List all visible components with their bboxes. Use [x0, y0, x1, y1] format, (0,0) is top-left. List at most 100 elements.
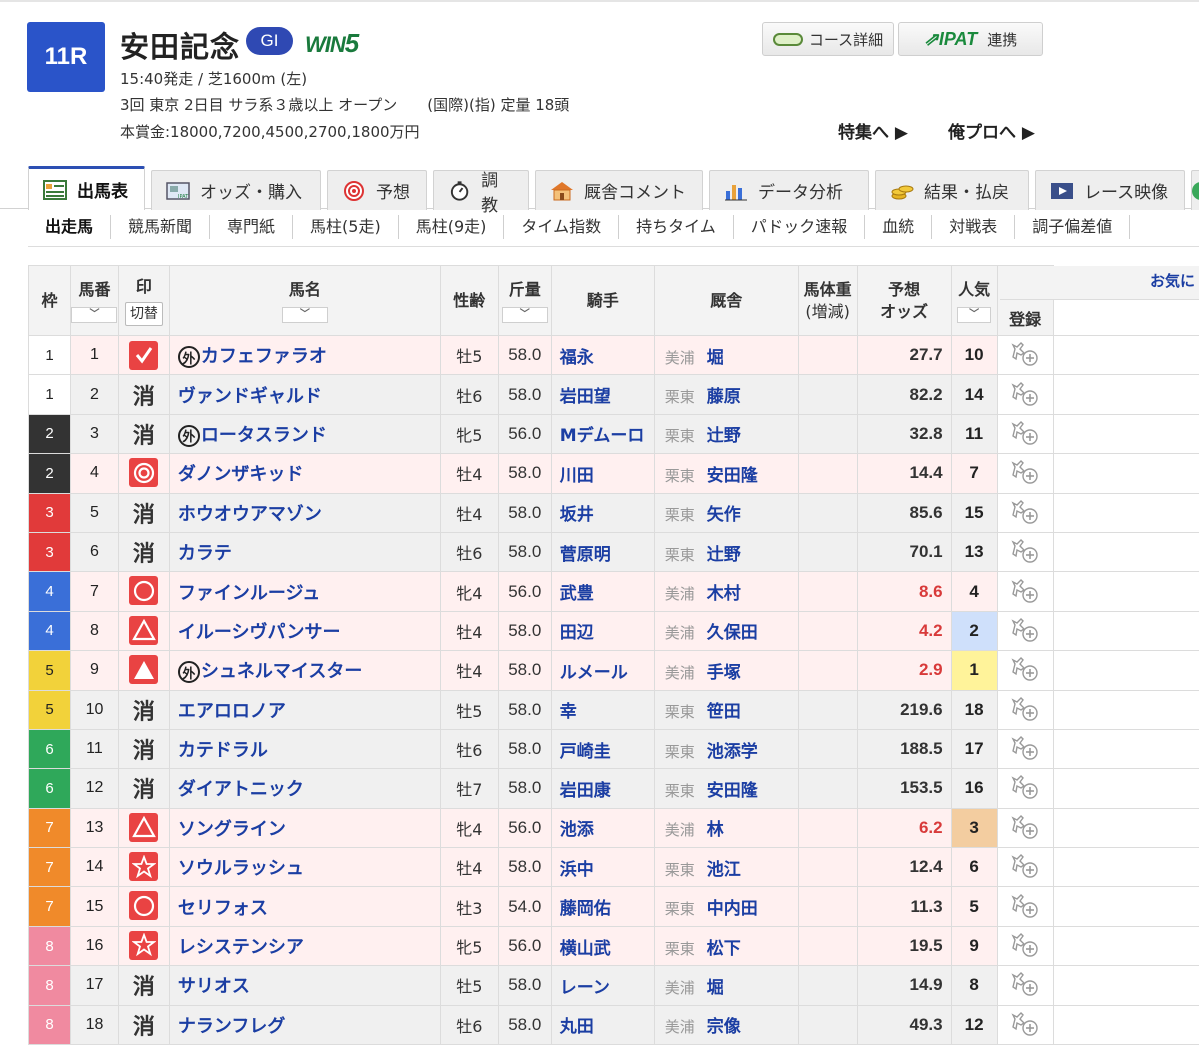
tab-yoso[interactable]: 予想 — [327, 170, 427, 210]
tab-shutuba[interactable]: 出馬表 — [28, 166, 145, 210]
tab-odds[interactable]: IPAT オッズ・購入 — [151, 170, 321, 210]
col-weight[interactable]: 斤量 ﹀ — [497, 265, 552, 336]
trainer-link[interactable]: 辻野 — [707, 545, 741, 565]
horse-name-link[interactable]: ヴァンドギャルド — [178, 386, 322, 407]
kesu-mark[interactable]: 消 — [129, 971, 158, 1000]
register-horse-icon[interactable] — [1009, 1011, 1041, 1041]
jockey-link[interactable]: 丸田 — [560, 1017, 594, 1037]
horse-name-link[interactable]: ホウオウアマゾン — [178, 504, 322, 525]
subnav-item[interactable]: 馬柱(9走) — [399, 215, 505, 239]
trainer-link[interactable]: 堀 — [707, 978, 724, 998]
trainer-link[interactable]: 宗像 — [707, 1017, 741, 1037]
register-horse-icon[interactable] — [1009, 893, 1041, 923]
sort-button[interactable]: ﹀ — [281, 306, 328, 323]
register-horse-icon[interactable] — [1009, 854, 1041, 883]
trainer-link[interactable]: 笹田 — [707, 702, 741, 722]
jockey-link[interactable]: 幸 — [560, 702, 577, 722]
trainer-link[interactable]: 池添学 — [707, 742, 758, 762]
register-horse-icon[interactable] — [1009, 499, 1041, 529]
jockey-link[interactable]: 川田 — [560, 466, 594, 486]
register-horse-icon[interactable] — [1009, 933, 1041, 962]
triangle-mark-icon[interactable] — [129, 812, 159, 842]
col-popularity[interactable]: 人気 ﹀ — [950, 265, 998, 336]
register-horse-icon[interactable] — [1009, 657, 1041, 686]
jockey-link[interactable]: 浜中 — [560, 860, 594, 880]
col-umaban[interactable]: 馬番 ﹀ — [69, 265, 119, 336]
register-horse-icon[interactable] — [1009, 460, 1041, 489]
subnav-item[interactable]: タイム指数 — [504, 215, 620, 239]
horse-name-link[interactable]: ダイアトニック — [178, 779, 304, 800]
horse-name-link[interactable]: カラテ — [178, 543, 232, 564]
register-horse-icon[interactable] — [1009, 420, 1041, 450]
jockey-link[interactable]: 岩田康 — [560, 781, 611, 801]
horse-name-link[interactable]: ダノンザキッド — [178, 464, 303, 485]
register-horse-icon[interactable] — [1009, 814, 1041, 844]
mark-toggle-button[interactable]: 切替 — [124, 301, 163, 326]
jockey-link[interactable]: Mデムーロ — [560, 426, 645, 446]
subnav-item[interactable]: 馬柱(5走) — [293, 215, 399, 239]
horse-name-link[interactable]: ファインルージュ — [178, 583, 320, 604]
kesu-mark[interactable]: 消 — [129, 774, 158, 803]
subnav-item[interactable]: 対戦表 — [932, 215, 1016, 239]
win5-logo[interactable]: WIN5 — [305, 28, 359, 59]
orepro-link[interactable]: 俺プロへ ▶ — [948, 118, 1035, 143]
horse-name-link[interactable]: カフェファラオ — [201, 346, 327, 367]
filled-triangle-mark-icon[interactable] — [129, 655, 159, 685]
subnav-item[interactable]: 専門紙 — [210, 215, 294, 239]
kesu-mark[interactable]: 消 — [129, 538, 158, 567]
trainer-link[interactable]: 辻野 — [707, 426, 741, 446]
jockey-link[interactable]: 武豊 — [560, 584, 594, 604]
kesu-mark[interactable]: 消 — [129, 735, 158, 764]
trainer-link[interactable]: 藤原 — [707, 387, 741, 407]
jockey-link[interactable]: レーン — [560, 978, 610, 998]
jockey-link[interactable]: 田辺 — [560, 623, 594, 643]
double-circle-mark-icon[interactable] — [129, 458, 159, 488]
register-horse-icon[interactable] — [1009, 972, 1041, 1001]
subnav-item[interactable]: 血統 — [865, 215, 933, 239]
register-horse-icon[interactable] — [1009, 736, 1041, 765]
horse-name-link[interactable]: レシステンシア — [178, 937, 304, 958]
horse-name-link[interactable]: イルーシヴパンサー — [178, 622, 341, 643]
register-horse-icon[interactable] — [1009, 696, 1041, 726]
course-detail-button[interactable]: コース詳細 — [762, 22, 894, 56]
trainer-link[interactable]: 木村 — [707, 584, 741, 604]
trainer-link[interactable]: 久保田 — [707, 623, 758, 643]
tab-result[interactable]: 結果・払戻 — [875, 170, 1029, 210]
horse-name-link[interactable]: シュネルマイスター — [201, 661, 362, 682]
subnav-item[interactable]: 調子偏差値 — [1015, 215, 1131, 239]
tab-data[interactable]: データ分析 — [709, 170, 869, 210]
register-horse-icon[interactable] — [1009, 381, 1041, 411]
trainer-link[interactable]: 安田隆 — [707, 781, 758, 801]
ipat-link-button[interactable]: ⇗ IPAT 連携 — [898, 22, 1043, 56]
subnav-item[interactable]: 競馬新聞 — [111, 215, 211, 239]
jockey-link[interactable]: ルメール — [560, 663, 628, 683]
subnav-item[interactable]: パドック速報 — [734, 215, 866, 239]
jockey-link[interactable]: 横山武 — [560, 939, 611, 959]
trainer-link[interactable]: 林 — [707, 820, 724, 840]
trainer-link[interactable]: 中内田 — [707, 899, 758, 919]
horse-name-link[interactable]: ナランフレグ — [178, 1016, 285, 1037]
star-mark-icon[interactable] — [129, 852, 159, 882]
jockey-link[interactable]: 藤岡佑 — [560, 899, 611, 919]
tab-chokyo[interactable]: 調教 — [433, 170, 529, 216]
register-horse-icon[interactable] — [1009, 775, 1041, 804]
tab-video[interactable]: レース映像 — [1035, 170, 1185, 210]
register-horse-icon[interactable] — [1009, 617, 1041, 647]
feature-link[interactable]: 特集へ ▶ — [838, 118, 908, 143]
col-horse[interactable]: 馬名 ﹀ — [168, 265, 441, 336]
horse-name-link[interactable]: ソングライン — [178, 819, 286, 840]
kesu-mark[interactable]: 消 — [129, 419, 158, 449]
jockey-link[interactable]: 菅原明 — [560, 545, 611, 565]
trainer-link[interactable]: 矢作 — [707, 505, 741, 525]
tab-comment[interactable]: 厩舎コメント — [535, 170, 703, 210]
circle-mark-icon[interactable] — [129, 891, 159, 921]
favorite-header[interactable]: お気に — [1000, 266, 1199, 300]
register-horse-icon[interactable] — [1009, 578, 1041, 608]
register-horse-icon[interactable] — [1009, 539, 1041, 568]
horse-name-link[interactable]: カテドラル — [178, 740, 268, 761]
tab-more[interactable] — [1191, 170, 1199, 210]
sort-button[interactable]: ﹀ — [71, 306, 118, 323]
trainer-link[interactable]: 手塚 — [707, 663, 741, 683]
kesu-mark[interactable]: 消 — [129, 695, 158, 725]
horse-name-link[interactable]: ソウルラッシュ — [178, 858, 304, 879]
